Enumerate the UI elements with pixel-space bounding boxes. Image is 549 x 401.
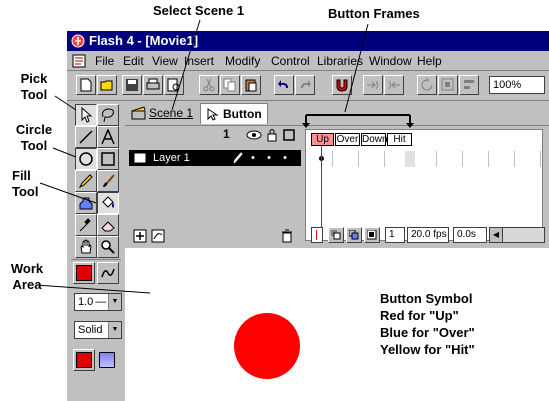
callout-arrows (35, 19, 414, 294)
